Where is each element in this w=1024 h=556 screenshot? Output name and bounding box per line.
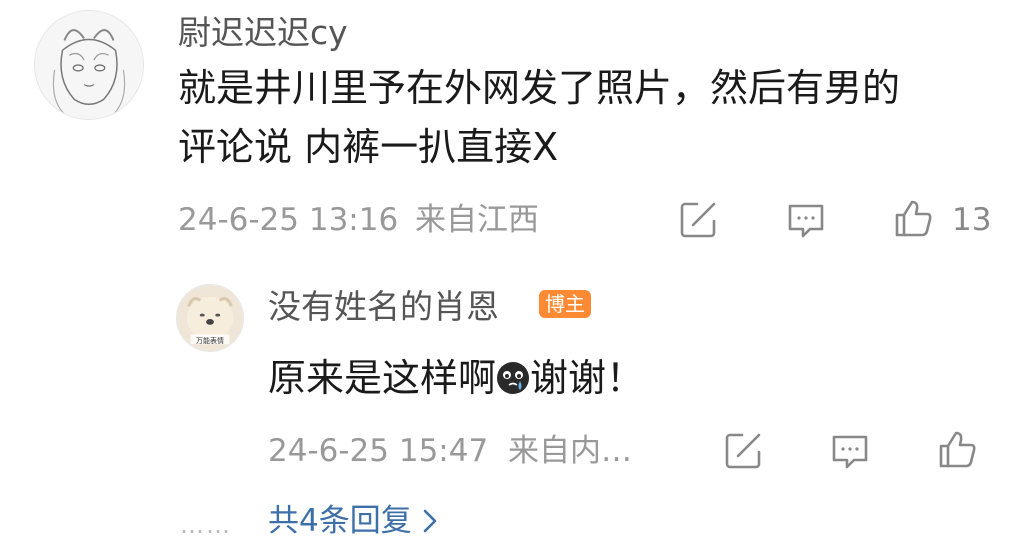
- replies-dots: ……: [180, 511, 232, 539]
- comment-text-line1: 就是井川里予在外网发了照片，然后有男的: [178, 66, 901, 110]
- share-icon[interactable]: [677, 199, 719, 241]
- reply-text-after: 谢谢！: [530, 356, 645, 400]
- chevron-right-icon: [422, 506, 438, 537]
- like-icon[interactable]: [892, 197, 934, 239]
- comment-text-line2: 评论说 内裤一扒直接X: [178, 125, 559, 169]
- replier-avatar-caption: 万能表情: [196, 337, 224, 345]
- reply-location: 来自内…: [508, 433, 632, 469]
- comment-location: 来自江西: [415, 202, 539, 238]
- reply-date: 24-6-25 15:47: [268, 433, 489, 469]
- like-count: 13: [952, 202, 992, 238]
- replier-username[interactable]: 没有姓名的肖恩: [268, 290, 499, 323]
- reply-comment-icon[interactable]: [829, 430, 871, 472]
- view-replies-link[interactable]: 共4条回复: [268, 506, 438, 537]
- reply-like-icon[interactable]: [936, 428, 978, 470]
- crying-emoji-icon: [496, 361, 530, 395]
- comment-icon[interactable]: [785, 199, 827, 241]
- reply-text: 原来是这样啊 谢谢！: [268, 353, 644, 404]
- reply-text-before: 原来是这样啊: [268, 356, 497, 400]
- blogger-badge: 博主: [539, 290, 591, 318]
- reply-share-icon[interactable]: [722, 430, 764, 472]
- commenter-avatar[interactable]: [34, 10, 144, 120]
- comment-date: 24-6-25 13:16: [178, 202, 399, 238]
- view-replies-label: 共4条回复: [268, 503, 412, 539]
- commenter-username[interactable]: 尉迟迟迟cy: [178, 16, 348, 49]
